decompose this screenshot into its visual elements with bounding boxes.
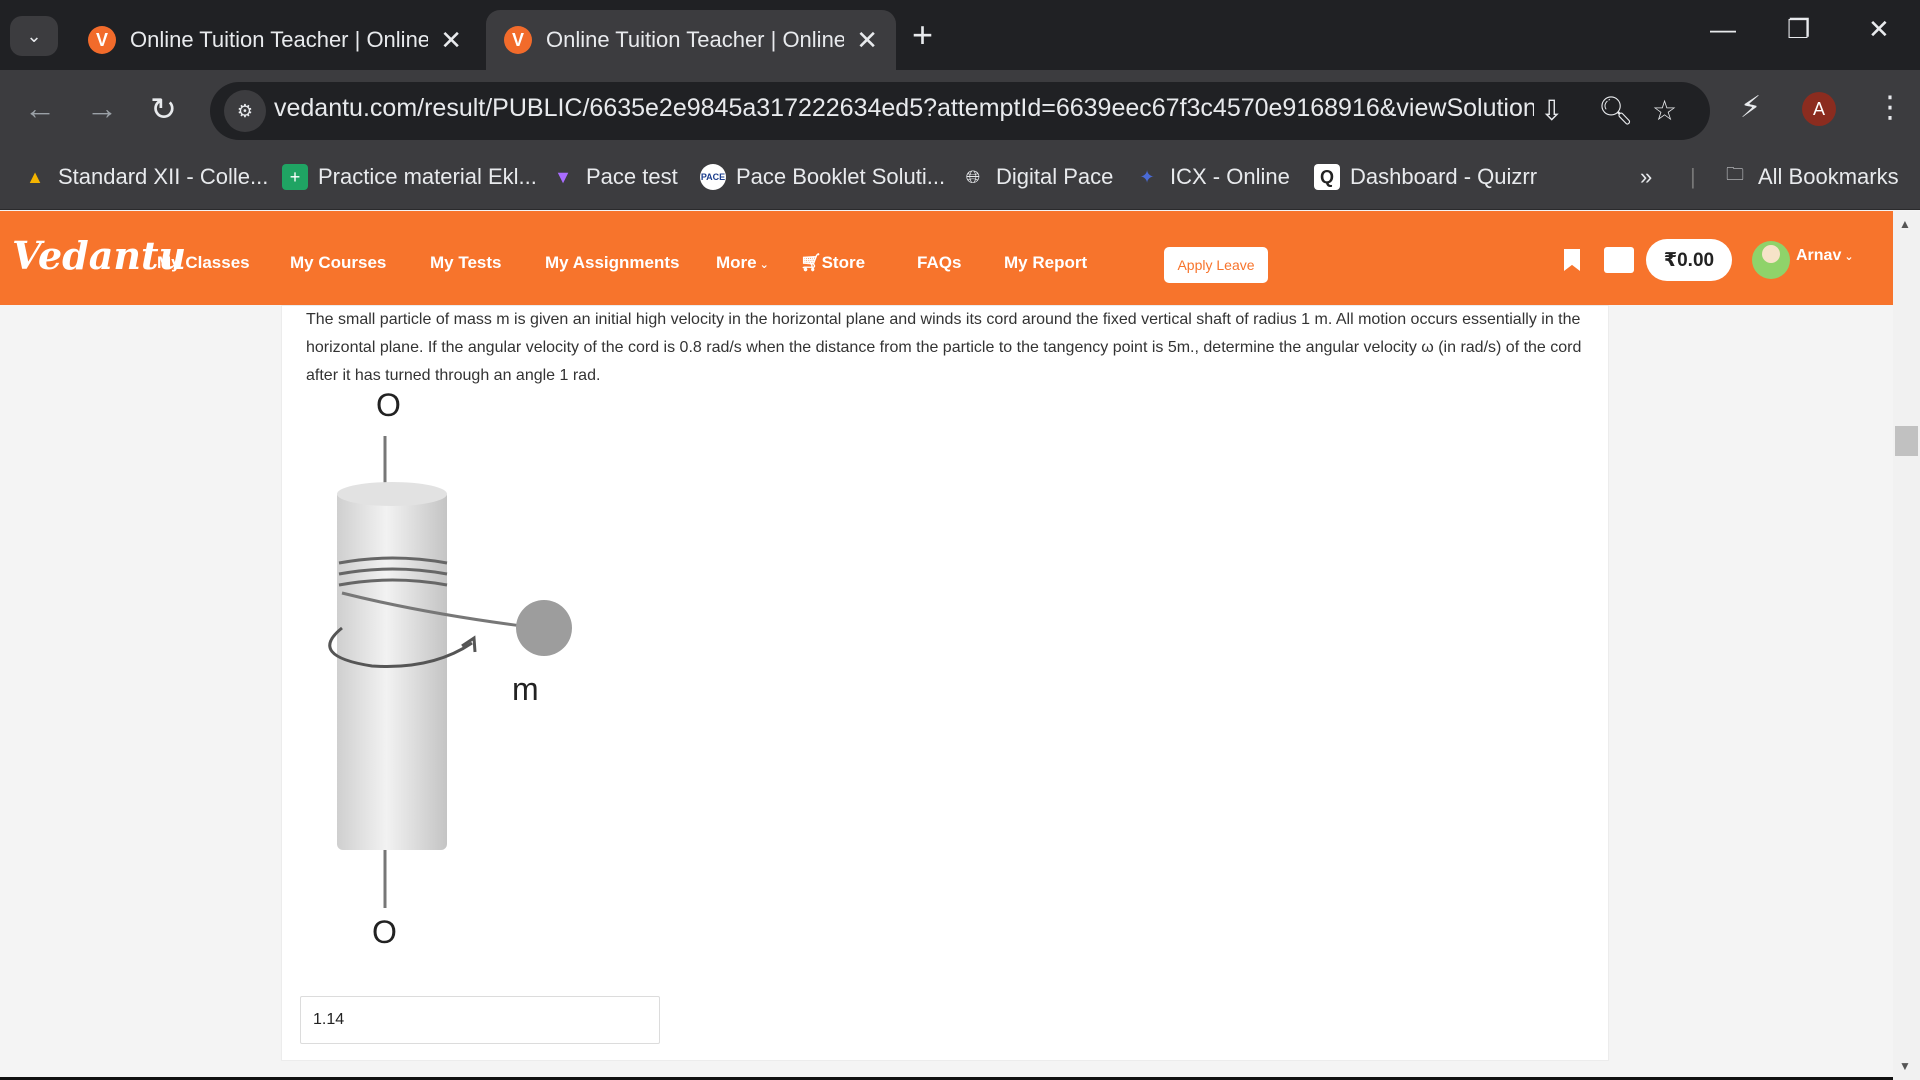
nav-my-courses[interactable]: My Courses [290,253,386,273]
bookmark-label: Pace test [586,164,678,189]
close-icon[interactable]: ✕ [856,25,878,56]
vite-icon: ▼ [554,166,572,187]
quizrr-icon: Q [1314,164,1340,190]
bookmark-icon[interactable] [1564,249,1580,271]
globe-icon: 🌐︎ [965,166,981,187]
bookmark-label: All Bookmarks [1758,164,1899,189]
scroll-up-icon[interactable]: ▲ [1899,217,1911,231]
zoom-icon[interactable]: 🔍︎ [1598,94,1634,127]
tab-1[interactable]: V Online Tuition Teacher | Online ✕ [70,10,480,70]
performance-icon[interactable]: ⚡ [1740,90,1761,125]
minimize-button[interactable]: — [1710,14,1736,45]
tab-title: Online Tuition Teacher | Online [130,27,429,52]
nav-store-label: Store [821,253,866,272]
particle [516,600,572,656]
question-figure: O m O [328,388,572,948]
label-bottom-o: O [372,914,397,948]
bookmark-item[interactable]: Q Dashboard - Quizrr [1314,164,1537,190]
bookmark-item[interactable]: ▼ Pace test [550,164,678,190]
bookmark-item[interactable]: ✦ ICX - Online [1134,164,1290,190]
user-name: Arnav [1796,247,1842,264]
new-tab-button[interactable]: + [912,14,933,56]
bookmark-item[interactable]: + Practice material Ekl... [282,164,537,190]
nav-my-report[interactable]: My Report [1004,253,1087,273]
question-card: The small particle of mass m is given an… [281,305,1609,1061]
close-icon[interactable]: ✕ [440,25,462,56]
nav-my-tests[interactable]: My Tests [430,253,502,273]
bookmark-item[interactable]: PACE Pace Booklet Soluti... [700,164,945,190]
folder-icon: 🗀 [1726,164,1744,184]
chevron-down-icon: ⌄ [26,25,42,46]
tab-strip: ⌄ V Online Tuition Teacher | Online ✕ V … [0,0,1920,70]
forward-icon[interactable]: → [86,90,118,127]
nav-store[interactable]: 🛒︎Store [800,253,865,273]
bookmark-label: Practice material Ekl... [318,164,537,189]
bookmark-label: Digital Pace [996,164,1114,189]
back-icon[interactable]: ← [24,90,56,127]
chevron-down-icon: ⌄ [1841,251,1854,263]
icx-icon: ✦ [1139,166,1155,187]
close-window-button[interactable]: ✕ [1868,14,1890,45]
reload-icon[interactable]: ↻ [150,90,177,128]
nav-faqs[interactable]: FAQs [917,253,961,273]
label-top-o: O [376,388,401,423]
tab-search-button[interactable]: ⌄ [10,16,58,56]
bookmark-label: ICX - Online [1170,164,1290,189]
chevron-down-icon: ⌄ [756,259,769,271]
answer-field[interactable]: 1.14 [300,996,660,1044]
site-header: Vedantu My Classes My Courses My Tests M… [0,211,1893,305]
apply-leave-button[interactable]: Apply Leave [1164,247,1268,283]
site-info-icon[interactable]: ⚙ [224,90,266,132]
wallet-icon[interactable] [1604,247,1634,273]
page-scrollbar[interactable]: ▲ ▼ [1893,211,1920,1080]
pace-icon: PACE [700,164,726,190]
kebab-menu-icon[interactable]: ⋮ [1875,90,1905,125]
url-text[interactable]: vedantu.com/result/PUBLIC/6635e2e9845a31… [274,94,1534,123]
all-bookmarks-button[interactable]: 🗀 All Bookmarks [1722,164,1899,190]
label-mass-m: m [512,671,539,707]
cart-icon: 🛒︎ [800,253,822,272]
bookmarks-divider: | [1690,164,1696,189]
browser-toolbar: ← → ↻ ⚙ vedantu.com/result/PUBLIC/6635e2… [0,70,1920,150]
tab-title: Online Tuition Teacher | Online [546,27,845,52]
drive-icon: ▲ [26,166,44,187]
nav-more[interactable]: More ⌄ [716,253,769,273]
page-content: The small particle of mass m is given an… [0,305,1893,1080]
restore-button[interactable]: ❐ [1787,14,1810,45]
question-text: The small particle of mass m is given an… [306,311,1582,384]
vedantu-favicon-icon: V [88,26,116,54]
tab-2[interactable]: V Online Tuition Teacher | Online ✕ [486,10,896,70]
bookmark-label: Pace Booklet Soluti... [736,164,946,189]
nav-my-classes[interactable]: My Classes [157,253,250,273]
more-bookmarks-button[interactable]: » [1640,164,1652,190]
install-app-icon[interactable]: ⇩ [1540,94,1563,127]
nav-more-label: More [716,253,757,272]
profile-avatar[interactable]: A [1802,92,1836,126]
shaft [337,490,447,850]
user-avatar[interactable] [1752,241,1790,279]
bookmark-item[interactable]: ▲ Standard XII - Colle... [22,164,268,190]
bookmark-label: Dashboard - Quizrr [1350,164,1538,189]
bookmark-item[interactable]: 🌐︎ Digital Pace [960,164,1114,190]
bookmark-label: Standard XII - Colle... [58,164,269,189]
wallet-balance[interactable]: ₹0.00 [1646,239,1732,281]
bookmarks-bar: ▲ Standard XII - Colle... + Practice mat… [0,150,1920,210]
star-icon[interactable]: ☆ [1652,94,1677,127]
user-menu[interactable]: Arnav ⌄ [1796,247,1854,265]
vedantu-favicon-icon: V [504,26,532,54]
scrollbar-thumb[interactable] [1895,426,1918,456]
scroll-down-icon[interactable]: ▼ [1899,1059,1911,1073]
plus-icon: + [282,164,308,190]
address-bar[interactable]: ⚙ vedantu.com/result/PUBLIC/6635e2e9845a… [210,82,1710,140]
nav-my-assignments[interactable]: My Assignments [545,253,679,273]
